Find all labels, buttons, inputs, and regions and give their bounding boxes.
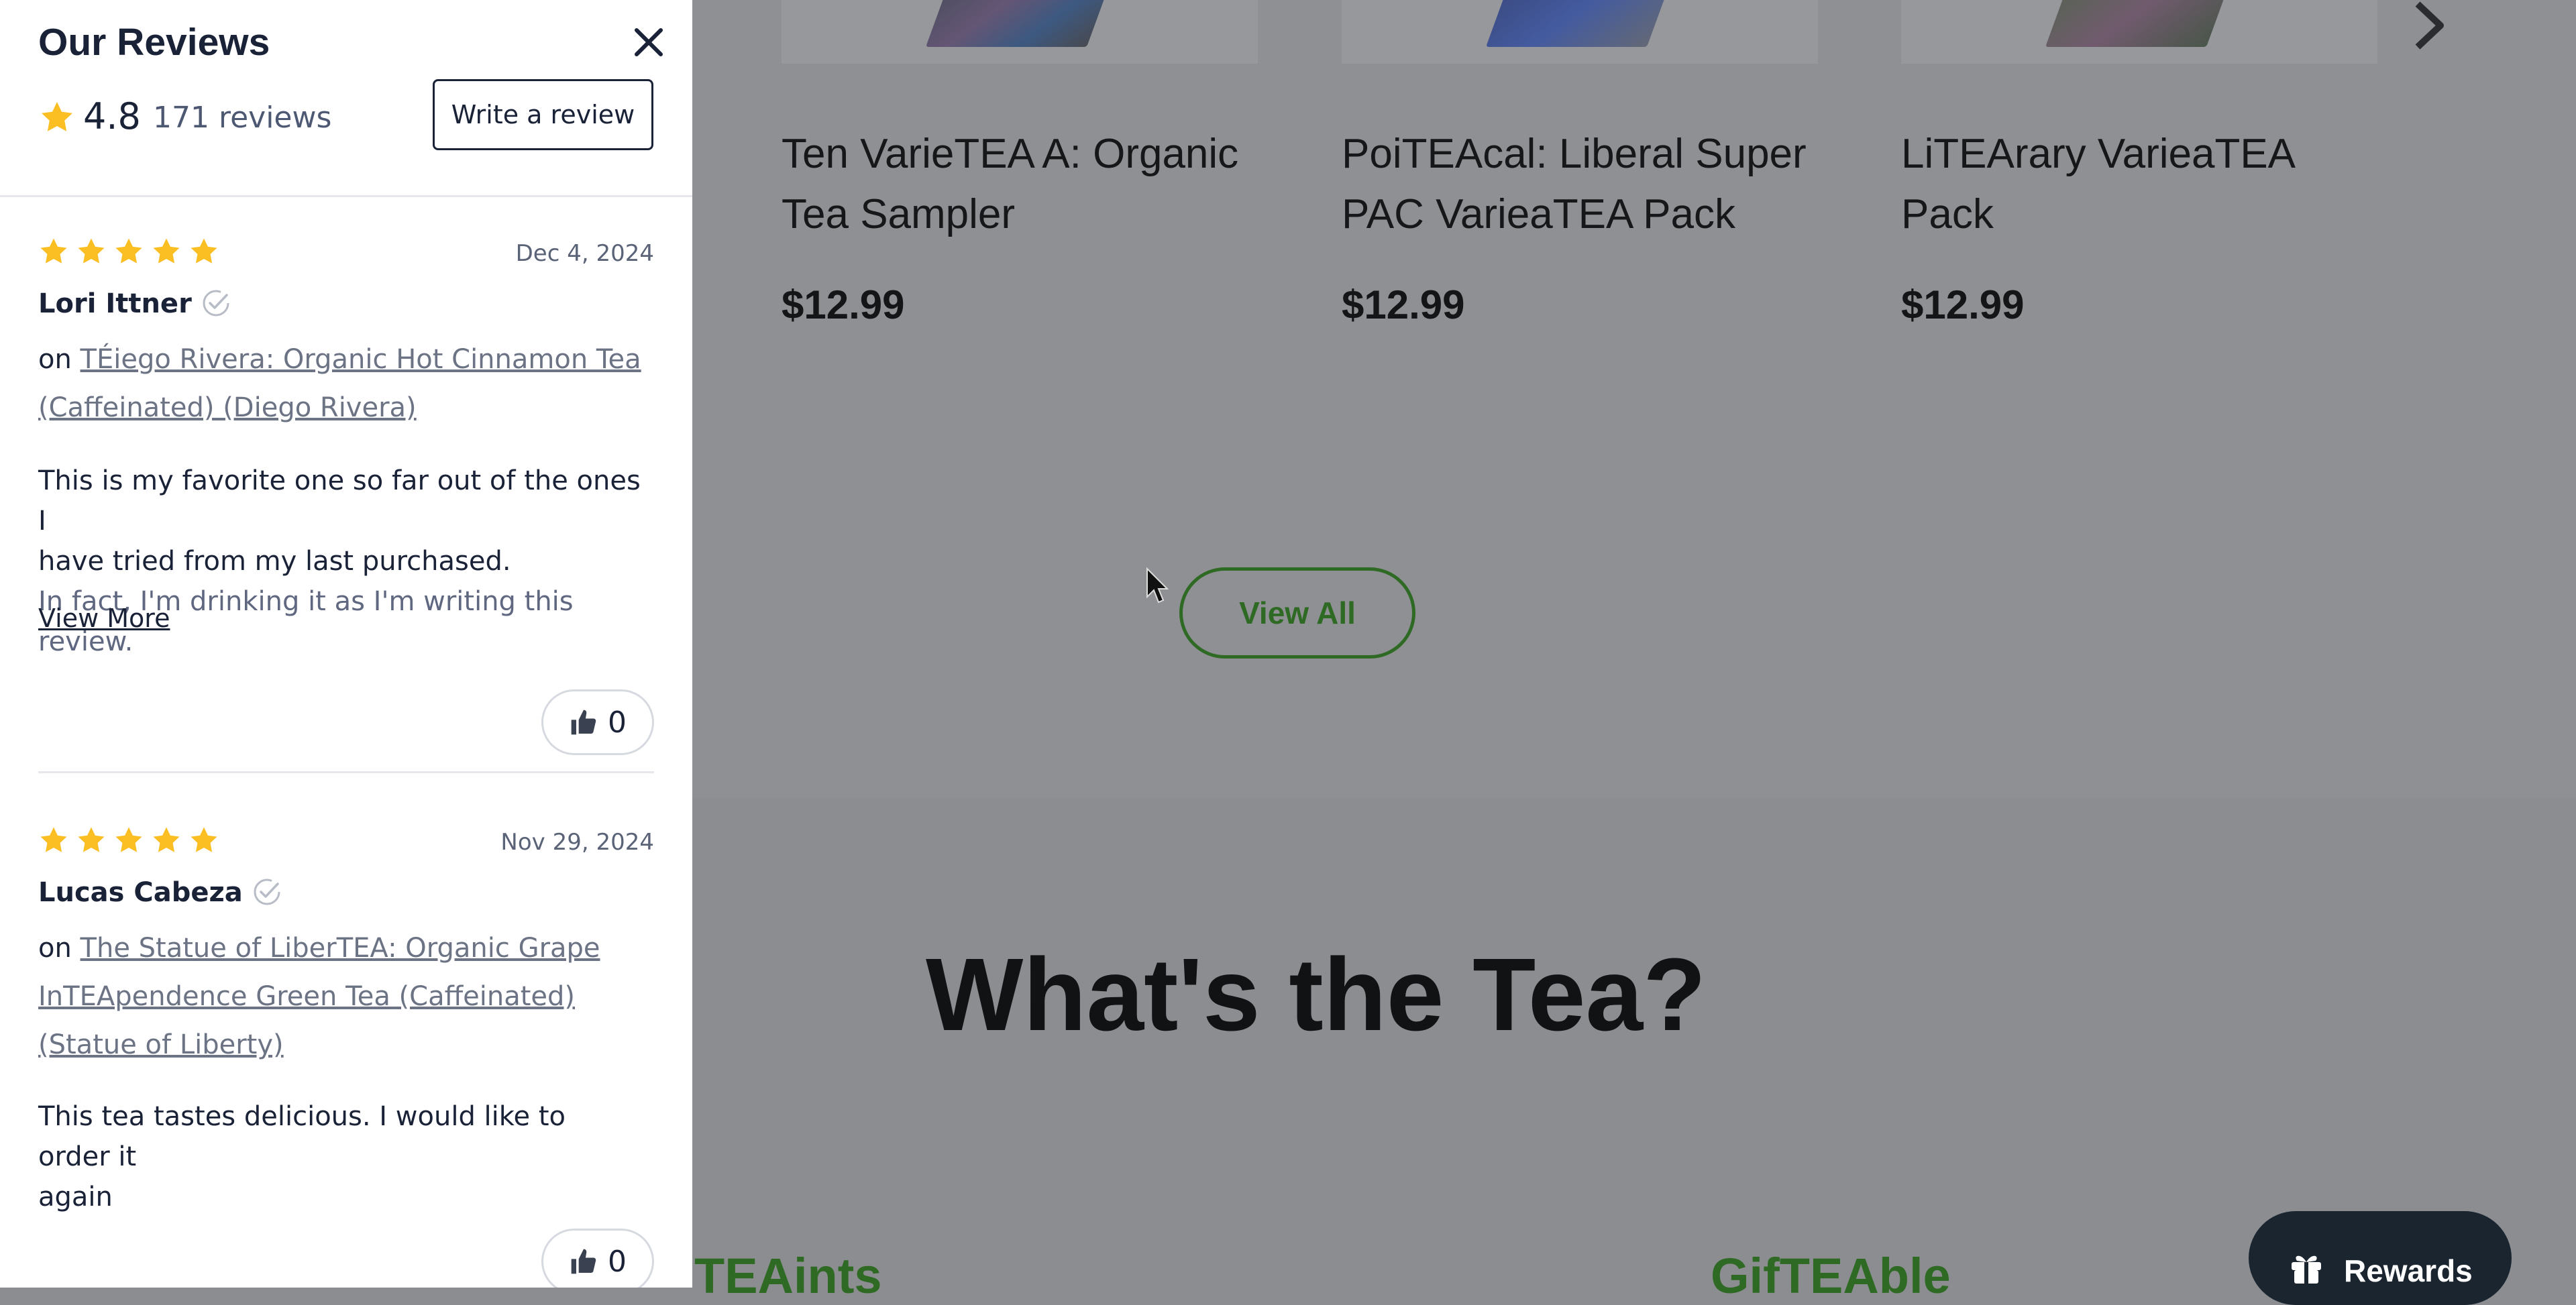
star-icon — [115, 827, 142, 852]
section-heading: What's the Tea? — [926, 937, 1707, 1052]
verified-check-icon — [203, 290, 229, 317]
star-icon — [78, 238, 105, 264]
star-icon — [153, 238, 180, 264]
star-icon — [40, 827, 67, 852]
write-review-button[interactable]: Write a review — [433, 79, 653, 150]
reviewer-name: Lucas Cabeza — [38, 877, 282, 908]
review-body: This tea tastes delicious. I would like … — [38, 1101, 566, 1212]
product-name[interactable]: LiTEArary VarieaTEA Pack — [1901, 124, 2384, 245]
helpful-button[interactable]: 0 — [541, 689, 654, 755]
review-card: Dec 4, 2024 Lori Ittner on TÉiego Rivera… — [38, 236, 654, 773]
helpful-count: 0 — [608, 705, 627, 740]
star-icon — [42, 102, 72, 131]
thumbs-up-icon — [571, 710, 596, 735]
star-icon — [78, 827, 105, 852]
star-icon — [115, 238, 142, 264]
rewards-label: Rewards — [2344, 1253, 2473, 1288]
reviewer-name: Lori Ittner — [38, 288, 231, 319]
review-count[interactable]: 171 reviews — [153, 101, 331, 135]
star-icon — [191, 238, 217, 264]
average-rating: 4.8 — [83, 95, 141, 137]
product-image[interactable] — [782, 0, 1258, 64]
review-stars — [38, 825, 219, 856]
on-label: on — [38, 933, 72, 964]
helpful-button[interactable]: 0 — [541, 1229, 654, 1288]
reviewer-name-text: Lori Ittner — [38, 288, 192, 319]
thumbs-up-icon — [571, 1249, 596, 1274]
reviewer-name-text: Lucas Cabeza — [38, 877, 243, 908]
product-name[interactable]: Ten VarieTEA A: Organic Tea Sampler — [782, 124, 1265, 245]
view-all-button[interactable]: View All — [1179, 567, 1415, 659]
review-date: Nov 29, 2024 — [500, 829, 654, 856]
review-product: on The Statue of LiberTEA: Organic Grape… — [38, 924, 655, 1069]
verified-check-icon — [254, 878, 280, 905]
reviews-panel: Our Reviews 4.8 171 reviews Write a revi… — [0, 0, 692, 1288]
product-price: $12.99 — [1901, 282, 2025, 327]
product-image[interactable] — [1901, 0, 2377, 64]
review-date: Dec 4, 2024 — [515, 240, 654, 267]
product-price: $12.99 — [1342, 282, 1465, 327]
review-product-link[interactable]: TÉiego Rivera: Organic Hot Cinnamon Tea … — [38, 344, 641, 423]
teaints-link[interactable]: TEAints — [694, 1247, 882, 1304]
mouse-cursor-icon — [1146, 567, 1169, 604]
review-product: on TÉiego Rivera: Organic Hot Cinnamon T… — [38, 335, 655, 432]
on-label: on — [38, 344, 72, 375]
product-image[interactable] — [1342, 0, 1818, 64]
star-icon — [153, 827, 180, 852]
review-divider — [38, 771, 654, 773]
helpful-count: 0 — [608, 1244, 627, 1279]
product-price: $12.99 — [782, 282, 905, 327]
close-icon[interactable] — [633, 27, 664, 58]
review-card: Nov 29, 2024 Lucas Cabeza on The Statue … — [38, 825, 654, 1288]
review-stars — [38, 236, 219, 267]
panel-title: Our Reviews — [38, 21, 270, 64]
chevron-right-icon[interactable] — [2410, 0, 2450, 51]
star-icon — [191, 827, 217, 852]
review-product-link[interactable]: The Statue of LiberTEA: Organic Grape In… — [38, 933, 600, 1060]
rewards-button[interactable]: Rewards — [2249, 1211, 2512, 1305]
view-more-link[interactable]: View More — [38, 604, 170, 633]
gifteable-link[interactable]: GifTEAble — [1711, 1247, 1951, 1304]
gift-icon — [2292, 1255, 2321, 1284]
product-name[interactable]: PoiTEAcal: Liberal Super PAC VarieaTEA P… — [1342, 124, 1825, 245]
star-icon — [40, 238, 67, 264]
header-divider — [0, 195, 692, 197]
